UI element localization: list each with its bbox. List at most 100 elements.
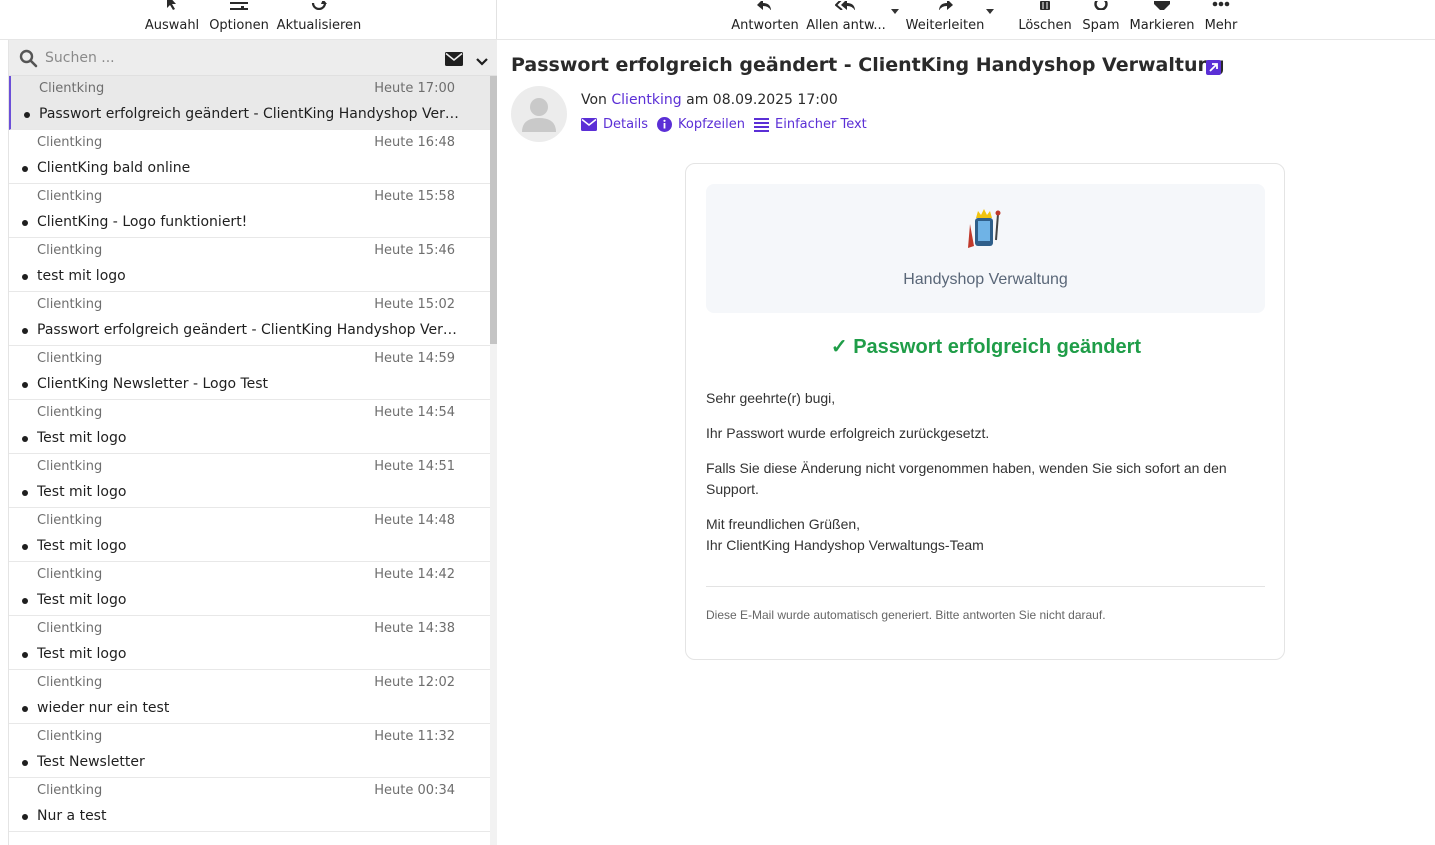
list-toolbar: Auswahl Optionen Aktualisieren bbox=[0, 0, 497, 40]
message-toolbar: Antworten Allen antw... Weiterleiten Lös… bbox=[497, 0, 1435, 40]
open-external-icon[interactable] bbox=[1206, 60, 1221, 75]
message-time: Heute 12:02 bbox=[374, 675, 455, 690]
handyshop-logo bbox=[960, 204, 1010, 254]
message-sender: Clientking bbox=[37, 675, 103, 690]
message-row[interactable]: Clientking Heute 12:02 wieder nur ein test bbox=[9, 670, 490, 724]
reply-all-label: Allen antw... bbox=[806, 18, 886, 33]
spam-icon bbox=[1093, 0, 1109, 10]
reply-button[interactable]: Antworten bbox=[728, 0, 802, 40]
heart-icon bbox=[1152, 0, 1172, 10]
forward-label: Weiterleiten bbox=[905, 18, 985, 33]
message-row[interactable]: Clientking Heute 14:42 Test mit logo bbox=[9, 562, 490, 616]
message-sender: Clientking bbox=[37, 189, 103, 204]
details-link[interactable]: Details bbox=[581, 117, 648, 132]
message-sender: Clientking bbox=[37, 351, 103, 366]
headers-link[interactable]: Kopfzeilen bbox=[657, 117, 745, 132]
message-sender: Clientking bbox=[37, 513, 103, 528]
reply-all-button[interactable]: Allen antw... bbox=[805, 0, 887, 40]
forward-button[interactable]: Weiterleiten bbox=[905, 0, 985, 40]
spam-button[interactable]: Spam bbox=[1079, 0, 1123, 40]
plain-text-link[interactable]: Einfacher Text bbox=[754, 117, 867, 132]
message-subject-line: Test mit logo bbox=[37, 646, 127, 662]
message-row[interactable]: Clientking Heute 16:48 ClientKing bald onl… bbox=[9, 130, 490, 184]
message-time: Heute 14:54 bbox=[374, 405, 455, 420]
greeting: Sehr geehrte(r) bugi, bbox=[706, 390, 836, 406]
chevron-down-icon[interactable] bbox=[476, 52, 488, 71]
message-subject-line: ClientKing bald online bbox=[37, 160, 191, 176]
list-scrollbar[interactable] bbox=[490, 76, 497, 845]
message-time: Heute 14:42 bbox=[374, 567, 455, 582]
forward-dropdown-caret[interactable] bbox=[986, 9, 994, 14]
message-row[interactable]: Clientking Heute 15:02 Passwort erfolgreic… bbox=[9, 292, 490, 346]
options-label: Optionen bbox=[209, 18, 269, 33]
plain-text-label: Einfacher Text bbox=[775, 117, 867, 132]
message-subject-line: wieder nur ein test bbox=[37, 700, 170, 716]
message-time: Heute 14:59 bbox=[374, 351, 455, 366]
options-button[interactable]: Optionen bbox=[208, 0, 270, 40]
message-row[interactable]: Clientking Heute 14:48 Test mit logo bbox=[9, 508, 490, 562]
reply-all-dropdown-caret[interactable] bbox=[891, 9, 899, 14]
message-row[interactable]: Clientking Heute 00:34 Nur a test bbox=[9, 778, 490, 832]
message-subject-line: Test Newsletter bbox=[37, 754, 145, 770]
message-row[interactable]: Clientking Heute 14:54 Test mit logo bbox=[9, 400, 490, 454]
reply-label: Antworten bbox=[731, 18, 799, 33]
paragraph-support: Falls Sie diese Änderung nicht vorgenomm… bbox=[706, 460, 1227, 497]
details-label: Details bbox=[603, 117, 649, 132]
unread-dot-icon bbox=[22, 544, 28, 550]
message-subject-line: ClientKing Newsletter - Logo Test bbox=[37, 376, 269, 392]
message-time: Heute 16:48 bbox=[374, 135, 455, 150]
message-row[interactable]: Clientking Heute 11:32 Test Newsletter bbox=[9, 724, 490, 778]
message-time: Heute 15:58 bbox=[374, 189, 455, 204]
message-row[interactable]: Clientking Heute 15:58 ClientKing - Logo f… bbox=[9, 184, 490, 238]
unread-dot-icon bbox=[24, 112, 30, 118]
sender-line: Von Clientking am 08.09.2025 17:00 bbox=[581, 92, 838, 108]
delete-label: Löschen bbox=[1018, 18, 1072, 33]
select-button[interactable]: Auswahl bbox=[141, 0, 203, 40]
message-row[interactable]: Clientking Heute 17:00 Passwort erfolgreic… bbox=[9, 76, 490, 130]
more-label: Mehr bbox=[1204, 18, 1238, 33]
message-sender: Clientking bbox=[37, 729, 103, 744]
unread-dot-icon bbox=[22, 220, 28, 226]
success-heading: ✓ Passwort erfolgreich geändert bbox=[830, 336, 1142, 358]
unread-dot-icon bbox=[22, 490, 28, 496]
message-subject-line: Passwort erfolgreich geändert - ClientKi… bbox=[39, 106, 459, 122]
forward-icon bbox=[937, 0, 953, 10]
refresh-icon bbox=[310, 0, 328, 10]
unread-dot-icon bbox=[22, 760, 28, 766]
select-label: Auswahl bbox=[144, 18, 200, 33]
message-list: Clientking Heute 17:00 Passwort erfolgreic… bbox=[9, 76, 490, 845]
more-button[interactable]: Mehr bbox=[1201, 0, 1241, 40]
search-icon bbox=[19, 49, 38, 72]
message-row[interactable]: Clientking Heute 15:46 test mit logo bbox=[9, 238, 490, 292]
message-row[interactable]: Clientking Heute 14:38 Test mit logo bbox=[9, 616, 490, 670]
message-sender: Clientking bbox=[37, 459, 103, 474]
pointer-icon bbox=[165, 0, 179, 10]
avatar bbox=[511, 86, 567, 142]
sender-link[interactable]: Clientking bbox=[611, 92, 681, 108]
mark-button[interactable]: Markieren bbox=[1127, 0, 1197, 40]
mark-label: Markieren bbox=[1129, 18, 1195, 33]
unread-dot-icon bbox=[22, 274, 28, 280]
envelope-filter-icon[interactable] bbox=[445, 51, 463, 70]
message-sender: Clientking bbox=[37, 783, 103, 798]
search-input[interactable] bbox=[45, 48, 435, 68]
message-sender: Clientking bbox=[37, 621, 103, 636]
scrollbar-thumb[interactable] bbox=[490, 76, 497, 344]
message-subject-line: Passwort erfolgreich geändert - ClientKi… bbox=[37, 322, 457, 338]
auto-generated-note: Diese E-Mail wurde automatisch generiert… bbox=[706, 608, 1106, 622]
message-subject-line: Test mit logo bbox=[37, 592, 127, 608]
closing-line: Mit freundlichen Grüßen, bbox=[706, 516, 861, 532]
message-time: Heute 14:51 bbox=[374, 459, 455, 474]
refresh-button[interactable]: Aktualisieren bbox=[276, 0, 362, 40]
message-subject-line: ClientKing - Logo funktioniert! bbox=[37, 214, 248, 230]
more-dots-icon bbox=[1211, 0, 1231, 10]
email-banner: Handyshop Verwaltung bbox=[706, 184, 1265, 313]
delete-button[interactable]: Löschen bbox=[1014, 0, 1076, 40]
email-body-card: Handyshop Verwaltung ✓ Passwort erfolgre… bbox=[685, 163, 1285, 660]
unread-dot-icon bbox=[22, 706, 28, 712]
message-date: am 08.09.2025 17:00 bbox=[686, 92, 838, 108]
message-row[interactable]: Clientking Heute 14:59 ClientKing Newslett… bbox=[9, 346, 490, 400]
message-time: Heute 14:48 bbox=[374, 513, 455, 528]
message-row[interactable]: Clientking Heute 14:51 Test mit logo bbox=[9, 454, 490, 508]
refresh-label: Aktualisieren bbox=[276, 18, 362, 33]
